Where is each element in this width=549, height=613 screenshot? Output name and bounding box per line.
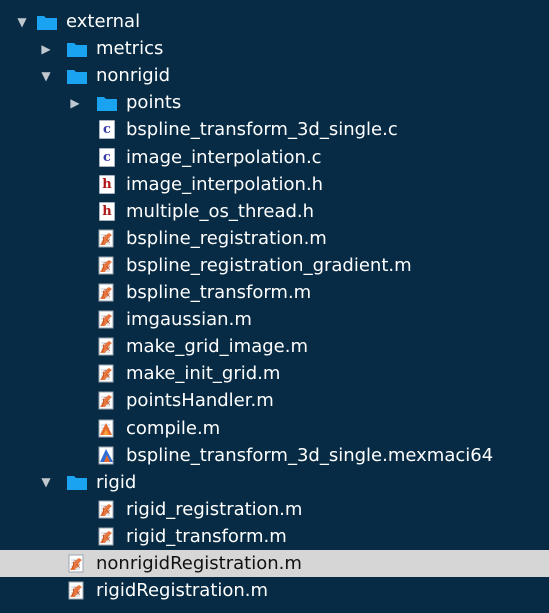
tree-row-bspline-transform-m[interactable]: f x bspline_transform.m bbox=[0, 279, 549, 306]
tree-item-label: image_interpolation.c bbox=[126, 146, 322, 168]
tree-row-bspline-registration-m[interactable]: f x bspline_registration.m bbox=[0, 225, 549, 252]
matlab-function-icon: f x bbox=[96, 255, 118, 275]
disclosure-expanded-icon[interactable]: ▼ bbox=[39, 69, 53, 83]
matlab-function-icon: f x bbox=[66, 581, 88, 601]
svg-text:x: x bbox=[106, 535, 110, 543]
matlab-script-icon bbox=[96, 418, 118, 438]
tree-item-label: bspline_registration.m bbox=[126, 227, 327, 249]
tree-item-label: image_interpolation.h bbox=[126, 173, 324, 195]
svg-text:x: x bbox=[106, 399, 110, 407]
tree-row-make-grid-image-m[interactable]: f x make_grid_image.m bbox=[0, 333, 549, 360]
disclosure-collapsed-icon[interactable]: ▶ bbox=[68, 96, 82, 110]
tree-row-rigid-registration-m[interactable]: f x rigid_registration.m bbox=[0, 496, 549, 523]
tree-item-label: rigid bbox=[96, 471, 137, 493]
tree-row-nonrigid[interactable]: ▼ nonrigid bbox=[0, 62, 549, 89]
svg-text:x: x bbox=[106, 508, 110, 516]
svg-text:x: x bbox=[106, 345, 110, 353]
tree-row-image-interpolation-c[interactable]: c image_interpolation.c bbox=[0, 144, 549, 171]
file-tree: ▼ external ▶ metrics ▼ nonrigid ▶ points c bs… bbox=[0, 0, 549, 613]
svg-text:x: x bbox=[106, 291, 110, 299]
tree-item-label: nonrigid bbox=[96, 65, 171, 87]
svg-text:x: x bbox=[106, 237, 110, 245]
svg-text:x: x bbox=[106, 264, 110, 272]
folder-icon bbox=[96, 93, 118, 113]
tree-row-rigidregistration-m[interactable]: f x rigidRegistration.m bbox=[0, 577, 549, 604]
tree-row-external[interactable]: ▼ external bbox=[0, 8, 549, 35]
matlab-function-icon: f x bbox=[96, 391, 118, 411]
folder-icon bbox=[66, 66, 88, 86]
matlab-function-icon: f x bbox=[96, 337, 118, 357]
c-file-icon: c bbox=[96, 120, 118, 140]
folder-icon bbox=[66, 472, 88, 492]
tree-row-metrics[interactable]: ▶ metrics bbox=[0, 35, 549, 62]
tree-item-label: bspline_transform_3d_single.mexmaci64 bbox=[126, 444, 494, 466]
tree-item-label: make_grid_image.m bbox=[126, 336, 308, 358]
tree-row-compile-m[interactable]: compile.m bbox=[0, 415, 549, 442]
svg-text:x: x bbox=[76, 562, 80, 570]
matlab-function-icon: f x bbox=[96, 283, 118, 303]
tree-row-make-init-grid-m[interactable]: f x make_init_grid.m bbox=[0, 360, 549, 387]
folder-icon bbox=[36, 12, 58, 32]
tree-item-label: bspline_registration_gradient.m bbox=[126, 254, 412, 276]
tree-row-points[interactable]: ▶ points bbox=[0, 89, 549, 116]
c-file-icon: c bbox=[96, 147, 118, 167]
svg-text:x: x bbox=[76, 589, 80, 597]
tree-item-label: compile.m bbox=[126, 417, 221, 439]
tree-item-label: make_init_grid.m bbox=[126, 363, 281, 385]
tree-item-label: rigidRegistration.m bbox=[96, 580, 269, 602]
tree-item-label: external bbox=[66, 11, 141, 32]
tree-item-label: imgaussian.m bbox=[126, 309, 252, 331]
tree-row-bspline-registration-gradient-m[interactable]: f x bspline_registration_gradient.m bbox=[0, 252, 549, 279]
tree-item-label: pointsHandler.m bbox=[126, 390, 274, 412]
disclosure-expanded-icon[interactable]: ▼ bbox=[39, 475, 53, 489]
tree-row-rigid-transform-m[interactable]: f x rigid_transform.m bbox=[0, 523, 549, 550]
matlab-function-icon: f x bbox=[96, 310, 118, 330]
matlab-function-icon: f x bbox=[96, 364, 118, 384]
tree-row-image-interpolation-h[interactable]: h image_interpolation.h bbox=[0, 171, 549, 198]
folder-icon bbox=[66, 39, 88, 59]
tree-item-label: rigid_transform.m bbox=[126, 525, 287, 547]
disclosure-collapsed-icon[interactable]: ▶ bbox=[39, 42, 53, 56]
tree-row-bspline-transform-3d-single-mexmaci64[interactable]: bspline_transform_3d_single.mexmaci64 bbox=[0, 442, 549, 469]
svg-text:x: x bbox=[106, 372, 110, 380]
matlab-function-icon: f x bbox=[96, 526, 118, 546]
tree-row-multiple-os-thread-h[interactable]: h multiple_os_thread.h bbox=[0, 198, 549, 225]
tree-item-label: points bbox=[126, 92, 182, 114]
tree-item-label: nonrigidRegistration.m bbox=[96, 553, 302, 574]
tree-item-label: rigid_registration.m bbox=[126, 498, 303, 520]
matlab-function-icon: f x bbox=[96, 228, 118, 248]
tree-row-pointshandler-m[interactable]: f x pointsHandler.m bbox=[0, 387, 549, 414]
tree-row-nonrigidregistration-m[interactable]: f x nonrigidRegistration.m bbox=[0, 550, 549, 577]
disclosure-expanded-icon[interactable]: ▼ bbox=[15, 15, 29, 29]
matlab-function-icon: f x bbox=[96, 499, 118, 519]
tree-item-label: bspline_transform_3d_single.c bbox=[126, 119, 398, 141]
tree-item-label: metrics bbox=[96, 38, 164, 60]
header-file-icon: h bbox=[96, 201, 118, 221]
tree-row-bspline-transform-3d-single-c[interactable]: c bspline_transform_3d_single.c bbox=[0, 116, 549, 143]
tree-item-label: multiple_os_thread.h bbox=[126, 200, 315, 222]
header-file-icon: h bbox=[96, 174, 118, 194]
tree-row-imgaussian-m[interactable]: f x imgaussian.m bbox=[0, 306, 549, 333]
mex-file-icon bbox=[96, 445, 118, 465]
tree-row-rigid[interactable]: ▼ rigid bbox=[0, 469, 549, 496]
tree-item-label: bspline_transform.m bbox=[126, 282, 312, 303]
svg-text:x: x bbox=[106, 318, 110, 326]
matlab-function-icon: f x bbox=[66, 554, 88, 574]
